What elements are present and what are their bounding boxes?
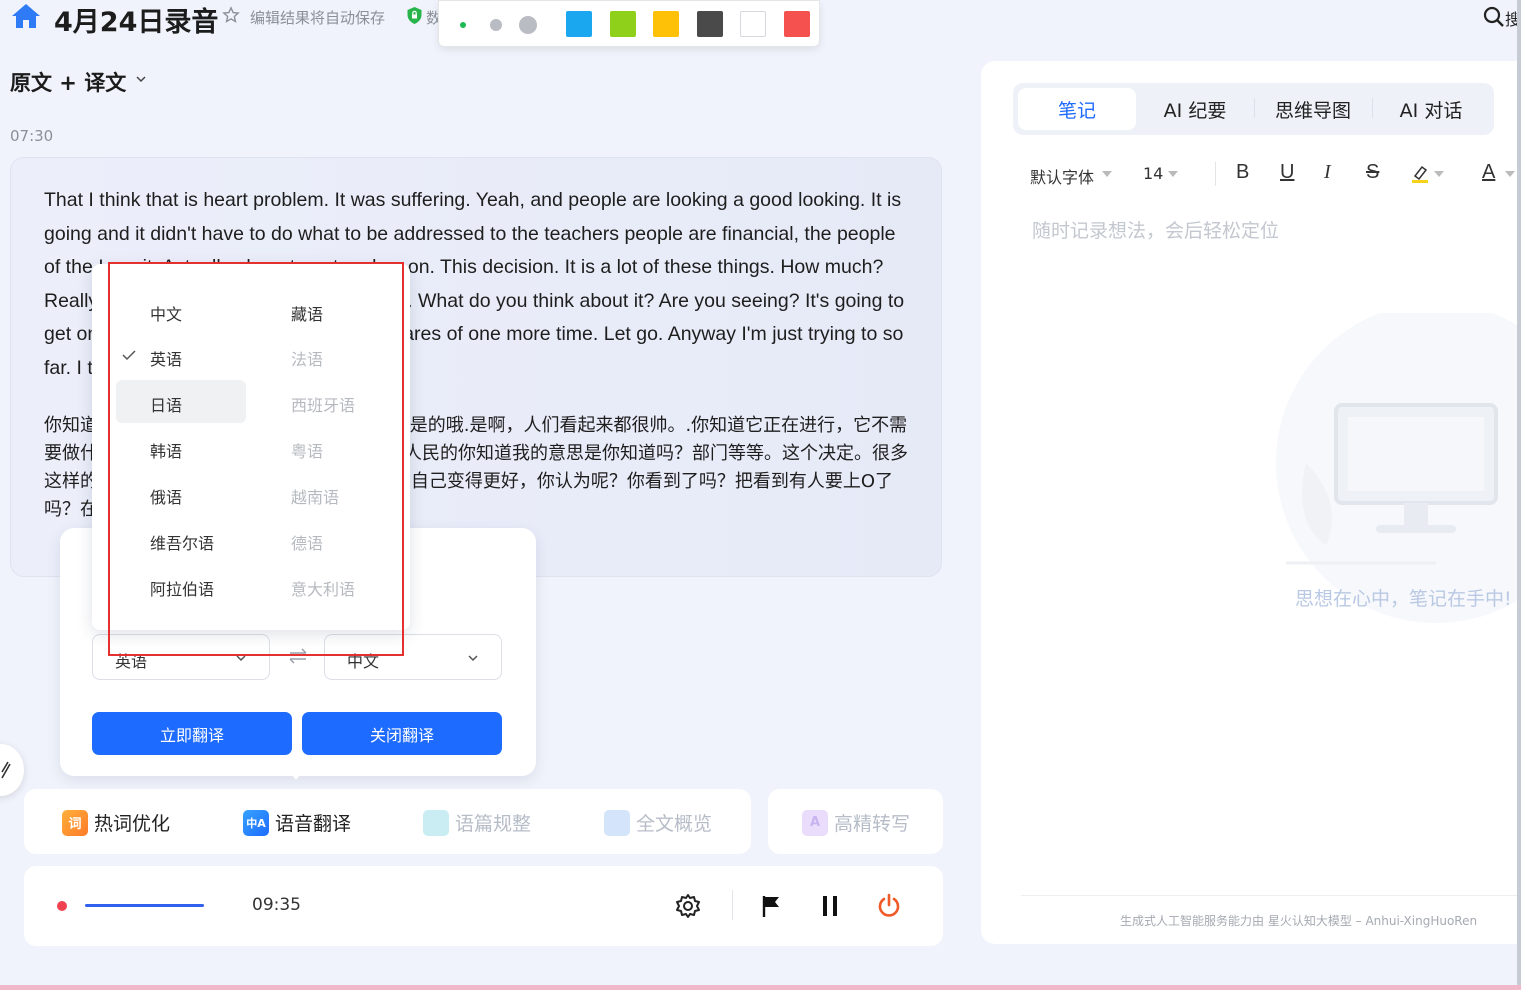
- pause-icon[interactable]: [817, 893, 843, 919]
- hotword-label: 热词优化: [94, 813, 171, 835]
- overview-tool[interactable]: 全文概览: [604, 809, 712, 836]
- edit-icon: [1, 761, 11, 779]
- view-mode-selector[interactable]: 原文 + 译文: [10, 67, 126, 97]
- overview-icon: [604, 809, 630, 836]
- paragraph-label: 语篇规整: [455, 813, 532, 835]
- color-swatch-red[interactable]: [784, 11, 810, 37]
- strikethrough-button[interactable]: S: [1366, 161, 1379, 184]
- hq-transcribe-tool[interactable]: A 高精转写: [802, 809, 910, 836]
- search-icon[interactable]: [1483, 6, 1505, 28]
- document-title[interactable]: 4月24日录音: [54, 0, 218, 39]
- star-icon[interactable]: [222, 6, 240, 24]
- notes-tabs: 笔记 AI 纪要 思维导图 AI 对话: [1013, 83, 1494, 135]
- notes-panel: 笔记 AI 纪要 思维导图 AI 对话 默认字体 14 B U I S A 随时…: [981, 61, 1521, 944]
- tab-mindmap[interactable]: 思维导图: [1254, 83, 1372, 135]
- chevron-down-icon: [468, 655, 478, 662]
- recording-time: 09:35: [252, 895, 301, 915]
- audio-level-bar: [85, 904, 204, 907]
- shield-icon: [407, 7, 422, 24]
- recording-indicator: [57, 901, 67, 911]
- hq-icon: A: [802, 809, 828, 836]
- highlight-palette: [438, 0, 820, 47]
- color-swatch-white[interactable]: [740, 11, 766, 37]
- empty-state-text: 思想在心中，笔记在手中!: [1295, 588, 1512, 610]
- caret-down-icon: [1505, 171, 1515, 177]
- hotword-icon: 词: [62, 809, 88, 836]
- chevron-down-icon[interactable]: [135, 74, 147, 84]
- collapse-toggle[interactable]: [0, 744, 24, 796]
- divider: [732, 890, 733, 920]
- power-stop-icon[interactable]: [876, 893, 902, 919]
- scrollbar[interactable]: [1517, 0, 1521, 990]
- translate-icon: 中A: [243, 809, 269, 836]
- note-editor[interactable]: 随时记录想法，会后轻松定位: [1032, 216, 1279, 243]
- translate-now-button[interactable]: 立即翻译: [92, 712, 292, 755]
- font-size-select[interactable]: 14: [1143, 164, 1163, 183]
- settings-icon[interactable]: [675, 893, 701, 919]
- bold-button[interactable]: B: [1236, 161, 1249, 184]
- close-translate-button[interactable]: 关闭翻译: [302, 712, 502, 755]
- hq-transcribe-box: A 高精转写: [768, 789, 943, 854]
- toolbar-divider: [1215, 162, 1216, 186]
- highlighter-icon[interactable]: [1411, 164, 1429, 184]
- autosave-hint: 编辑结果将自动保存: [250, 9, 386, 27]
- dot-size-medium[interactable]: [490, 19, 502, 31]
- tab-notes[interactable]: 笔记: [1018, 88, 1136, 130]
- footer-divider: [1021, 895, 1521, 896]
- tab-ai-summary[interactable]: AI 纪要: [1136, 83, 1254, 135]
- text-color-button[interactable]: A: [1482, 161, 1495, 184]
- segment-timestamp[interactable]: 07:30: [10, 127, 53, 145]
- voice-translate-label: 语音翻译: [275, 813, 352, 835]
- annotation-highlight-box: [108, 262, 404, 656]
- hotword-tool[interactable]: 词 热词优化: [62, 809, 170, 836]
- color-swatch-blue[interactable]: [566, 11, 592, 37]
- recording-bar: 09:35: [24, 866, 943, 946]
- dot-size-large[interactable]: [519, 16, 537, 34]
- hq-transcribe-label: 高精转写: [834, 813, 911, 835]
- caret-down-icon: [1102, 171, 1112, 177]
- ai-tools-bar: 词 热词优化 中A 语音翻译 语篇规整 全文概览: [24, 789, 751, 854]
- paragraph-tool[interactable]: 语篇规整: [423, 809, 531, 836]
- underline-button[interactable]: U: [1280, 161, 1294, 184]
- voice-translate-tool[interactable]: 中A 语音翻译: [243, 809, 351, 836]
- overview-label: 全文概览: [636, 813, 713, 835]
- ai-disclaimer: 生成式人工智能服务能力由 星火认知大模型 – Anhui-XingHuoRen: [1120, 914, 1478, 928]
- bottom-edge: [0, 985, 1521, 990]
- paragraph-icon: [423, 809, 449, 836]
- color-swatch-yellow[interactable]: [653, 11, 679, 37]
- dot-size-small[interactable]: [460, 22, 466, 28]
- panel-pointer: [288, 770, 304, 780]
- empty-notes-illustration: [1276, 313, 1521, 623]
- caret-down-icon: [1434, 171, 1444, 177]
- home-icon[interactable]: [10, 2, 42, 30]
- italic-button[interactable]: I: [1324, 161, 1331, 184]
- tab-ai-chat[interactable]: AI 对话: [1372, 83, 1490, 135]
- caret-down-icon: [1168, 171, 1178, 177]
- font-family-select[interactable]: 默认字体: [1030, 164, 1094, 188]
- color-swatch-dark[interactable]: [697, 11, 723, 37]
- flag-icon[interactable]: [758, 893, 784, 919]
- color-swatch-green[interactable]: [610, 11, 636, 37]
